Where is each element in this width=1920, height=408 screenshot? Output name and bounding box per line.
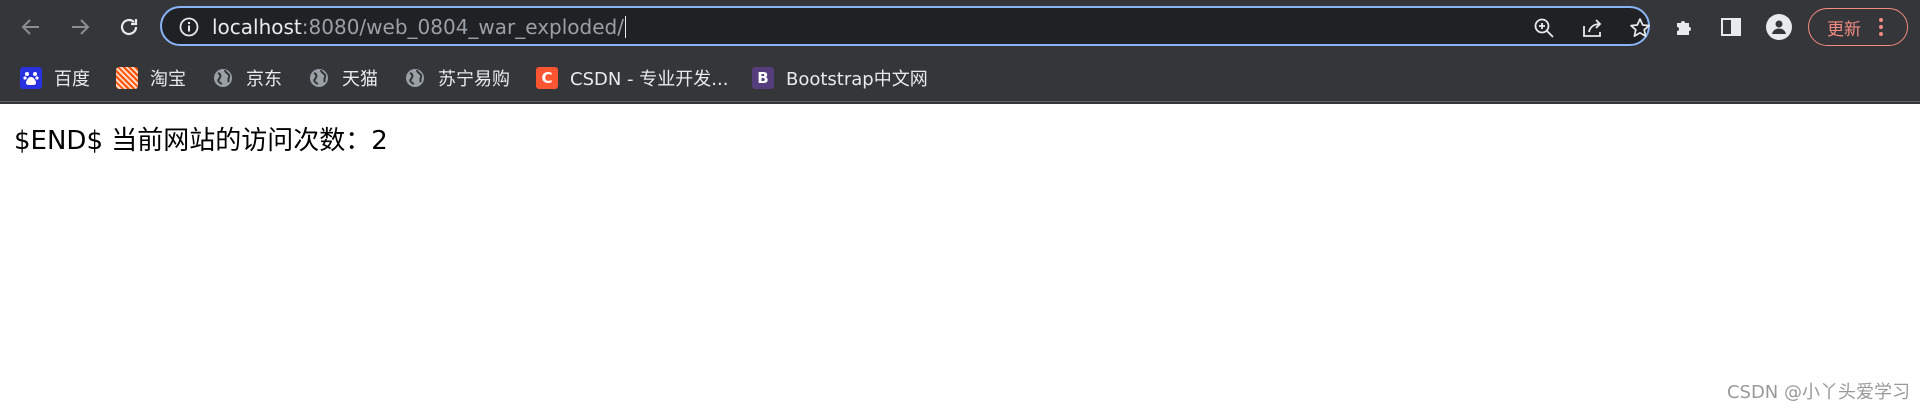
bookmark-tmall[interactable]: 天猫 <box>308 64 378 92</box>
bookmark-label: Bootstrap中文网 <box>786 69 928 90</box>
bookmark-star-icon[interactable] <box>1626 14 1654 42</box>
bookmark-label: 京东 <box>246 69 282 90</box>
globe-icon <box>308 67 330 89</box>
address-bar[interactable]: localhost:8080/web_0804_war_exploded/ <box>160 6 1650 46</box>
bookmark-label: 淘宝 <box>150 69 186 90</box>
forward-button[interactable] <box>63 10 97 44</box>
reload-icon <box>120 18 138 36</box>
zoom-icon[interactable] <box>1530 14 1558 42</box>
reload-button[interactable] <box>112 10 146 44</box>
arrow-left-icon <box>21 19 39 35</box>
text-caret <box>624 16 626 38</box>
globe-icon <box>404 67 426 89</box>
avatar <box>1766 14 1792 40</box>
bookmark-label: 天猫 <box>342 69 378 90</box>
extensions-button[interactable] <box>1668 10 1702 44</box>
bookmark-label: CSDN - 专业开发... <box>570 69 729 90</box>
bootstrap-icon: B <box>752 67 774 89</box>
csdn-icon: C <box>536 67 558 89</box>
url-path: :8080/web_0804_war_exploded/ <box>301 15 624 39</box>
taobao-icon <box>116 67 138 89</box>
bookmark-label: 百度 <box>54 69 90 90</box>
site-info-icon[interactable] <box>178 16 200 38</box>
share-icon[interactable] <box>1578 14 1606 42</box>
person-icon <box>1772 20 1786 34</box>
globe-icon <box>212 67 234 89</box>
puzzle-icon <box>1677 21 1691 35</box>
bookmark-label: 苏宁易购 <box>438 69 510 90</box>
update-button[interactable]: 更新 <box>1808 8 1908 46</box>
baidu-icon <box>20 67 42 89</box>
bookmark-bootstrap[interactable]: B Bootstrap中文网 <box>752 64 928 92</box>
bookmark-taobao[interactable]: 淘宝 <box>116 64 186 92</box>
url-text[interactable]: localhost:8080/web_0804_war_exploded/ <box>212 15 626 39</box>
browser-chrome: localhost:8080/web_0804_war_exploded/ 更新 <box>0 0 1920 104</box>
bookmark-suning[interactable]: 苏宁易购 <box>404 64 510 92</box>
more-menu-icon[interactable] <box>1879 18 1883 36</box>
bookmark-csdn[interactable]: C CSDN - 专业开发... <box>536 64 728 92</box>
bookmarks-bar: 百度 淘宝 京东 天猫 苏宁易购 C CSDN - 专业开发... B Boot… <box>0 54 1920 102</box>
update-label: 更新 <box>1827 19 1861 40</box>
url-host: localhost <box>212 15 302 39</box>
page-body-text: $END$ 当前网站的访问次数：2 <box>14 126 388 156</box>
bookmark-baidu[interactable]: 百度 <box>20 64 90 92</box>
arrow-right-icon <box>72 19 90 35</box>
back-button[interactable] <box>14 10 48 44</box>
bookmark-jd[interactable]: 京东 <box>212 64 282 92</box>
side-panel-icon <box>1721 18 1741 36</box>
watermark: CSDN @小丫头爱学习 <box>1726 382 1910 403</box>
profile-button[interactable] <box>1762 10 1796 44</box>
side-panel-button[interactable] <box>1714 10 1748 44</box>
browser-toolbar: localhost:8080/web_0804_war_exploded/ 更新 <box>0 0 1920 54</box>
